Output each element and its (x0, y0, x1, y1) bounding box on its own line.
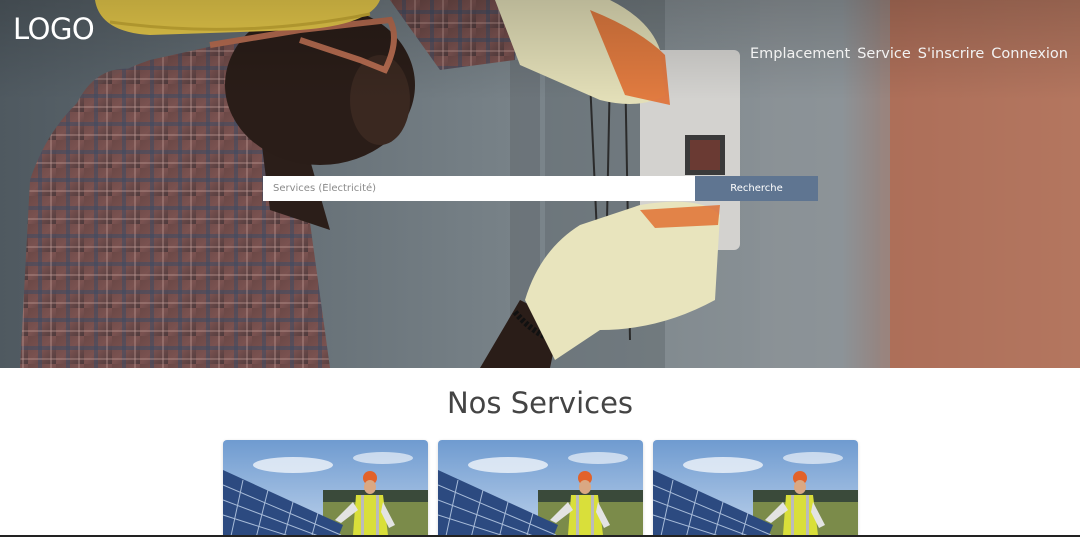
search-input[interactable] (263, 176, 695, 201)
services-heading: Nos Services (446, 386, 634, 420)
hero-banner: LOGO Emplacement Service S'inscrire Conn… (0, 0, 1080, 368)
services-card-list (223, 440, 858, 537)
main-navigation: Emplacement Service S'inscrire Connexion (750, 46, 1068, 62)
nav-link-sinscrire[interactable]: S'inscrire (918, 46, 985, 62)
nav-link-service[interactable]: Service (857, 46, 911, 62)
logo[interactable]: LOGO (13, 12, 95, 46)
search-button[interactable]: Recherche (695, 176, 818, 201)
page: LOGO Emplacement Service S'inscrire Conn… (0, 0, 1080, 537)
service-card[interactable] (653, 440, 858, 537)
service-card[interactable] (438, 440, 643, 537)
search-bar: Recherche (263, 176, 818, 201)
solar-panel-worker-image (653, 440, 858, 537)
nav-link-connexion[interactable]: Connexion (991, 46, 1068, 62)
nav-link-emplacement[interactable]: Emplacement (750, 46, 850, 62)
solar-panel-worker-image (438, 440, 643, 537)
service-card[interactable] (223, 440, 428, 537)
solar-panel-worker-image (223, 440, 428, 537)
